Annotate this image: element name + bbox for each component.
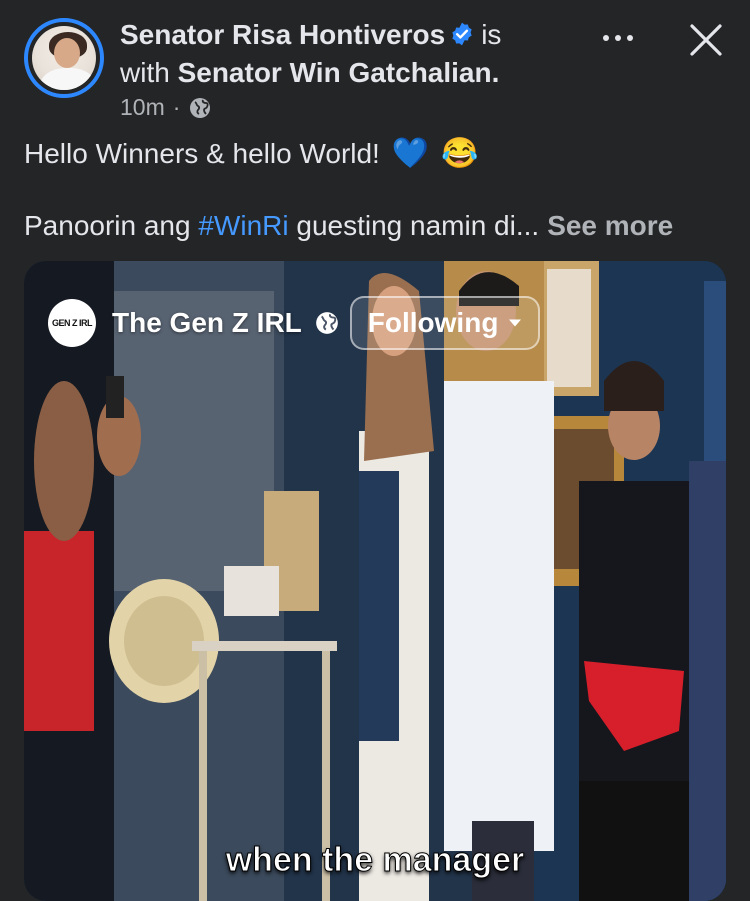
- avatar-photo: [32, 26, 96, 90]
- video-frame: [24, 261, 726, 901]
- more-icon: [603, 35, 609, 41]
- post-meta: 10m ·: [120, 94, 212, 121]
- verified-badge-icon: [452, 22, 472, 46]
- following-label: Following: [367, 307, 499, 338]
- video-player[interactable]: GEN Z IRL The Gen Z IRL Following when t…: [24, 261, 726, 901]
- more-options-button[interactable]: [596, 28, 640, 48]
- author-avatar[interactable]: [24, 18, 104, 98]
- meta-separator: ·: [172, 94, 181, 120]
- author-line: Senator Risa Hontiveros is with Senator …: [120, 16, 580, 92]
- with-prefix: is: [481, 19, 502, 50]
- post-body: Hello Winners & hello World! 💙 😂 Panoori…: [24, 134, 734, 246]
- author-name[interactable]: Senator Risa Hontiveros: [120, 19, 445, 50]
- post-text-before-hashtag: Panoorin ang: [24, 210, 199, 241]
- with-word: with: [120, 57, 170, 88]
- video-overlay-bar: GEN Z IRL The Gen Z IRL Following: [48, 296, 541, 350]
- chevron-down-icon: [509, 319, 522, 327]
- following-button[interactable]: Following: [349, 296, 541, 350]
- post-text-after-hashtag: guesting namin di...: [288, 210, 540, 241]
- see-more-link[interactable]: See more: [547, 210, 673, 242]
- post-text-line1: Hello Winners & hello World! 💙 😂: [24, 134, 734, 174]
- close-icon[interactable]: [686, 20, 726, 60]
- hashtag-link[interactable]: #WinRi: [198, 210, 288, 242]
- tagged-person[interactable]: Senator Win Gatchalian.: [178, 57, 500, 88]
- blue-heart-emoji: 💙: [391, 137, 430, 170]
- post-timestamp[interactable]: 10m: [120, 94, 165, 121]
- globe-icon[interactable]: [188, 96, 212, 120]
- video-caption: when the manager: [225, 841, 525, 880]
- post-text-line2: Panoorin ang #WinRi guesting namin di...…: [24, 206, 734, 246]
- post-header: Senator Risa Hontiveros is with Senator …: [0, 0, 750, 130]
- laughing-emoji: 😂: [441, 137, 479, 170]
- page-logo[interactable]: GEN Z IRL: [48, 299, 96, 347]
- post-greeting: Hello Winners & hello World!: [24, 138, 380, 169]
- globe-icon: [315, 312, 338, 334]
- page-name[interactable]: The Gen Z IRL: [112, 307, 302, 339]
